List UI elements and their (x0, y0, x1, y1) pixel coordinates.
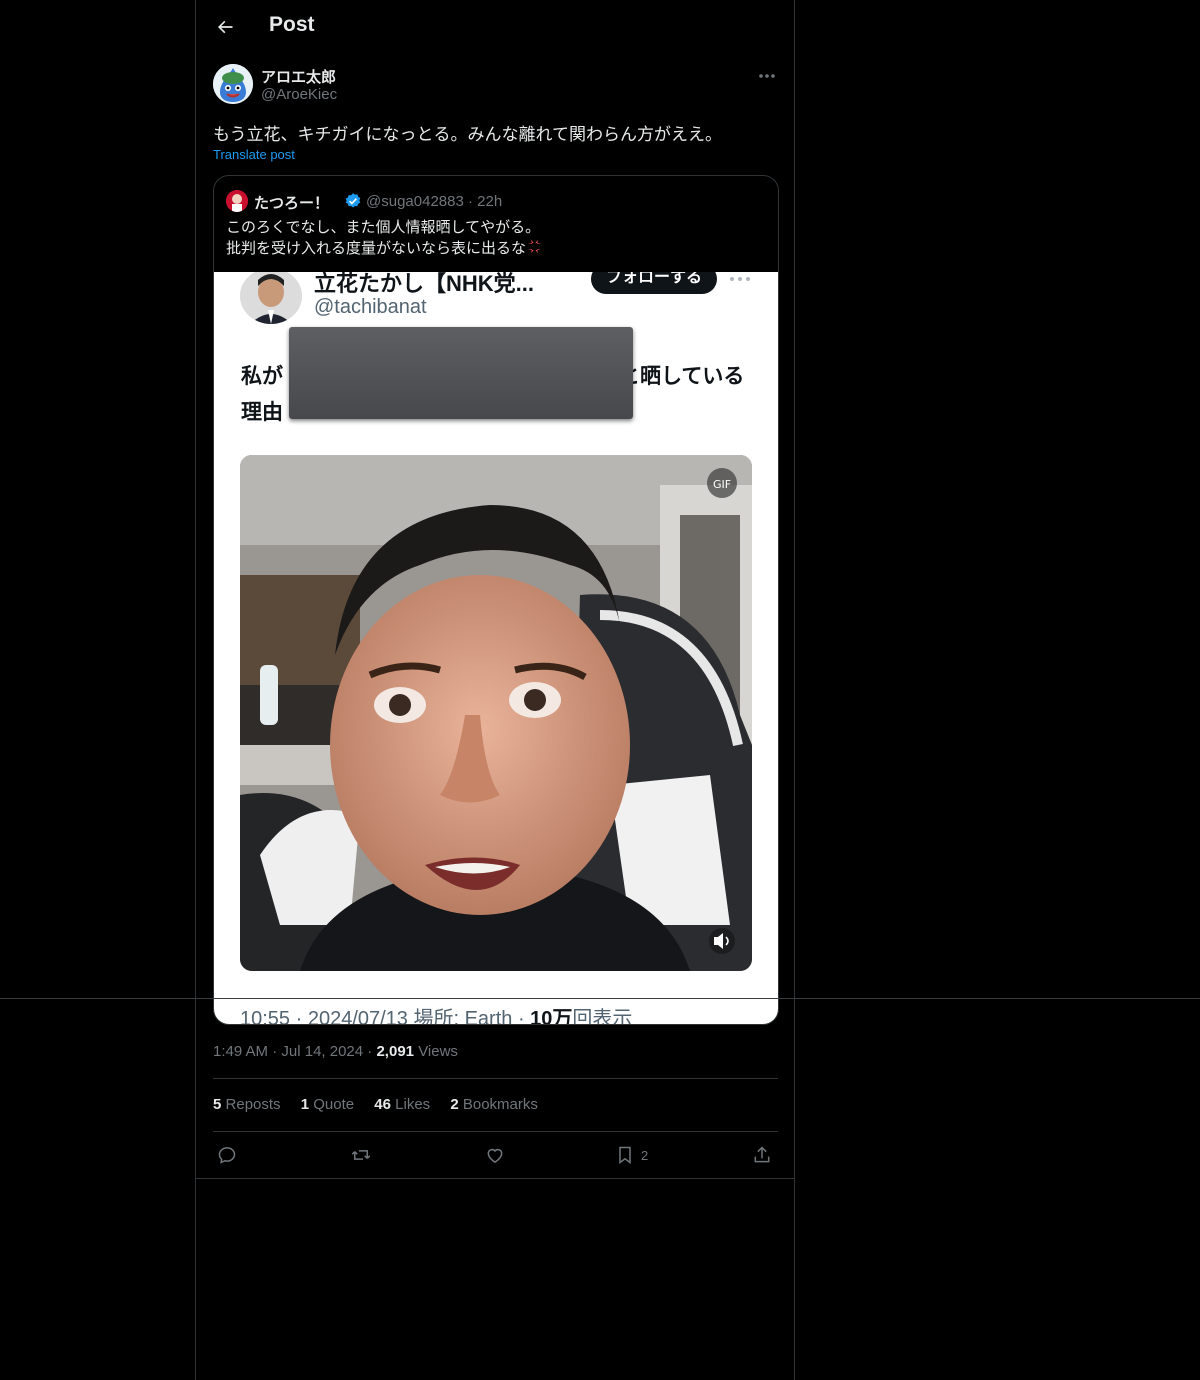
slime-avatar-icon (213, 64, 253, 104)
media-author-name: 立花たかし【NHK党... (314, 272, 535, 296)
divider (213, 1078, 778, 1079)
more-icon (759, 74, 775, 78)
author-name[interactable]: アロエ太郎 (261, 66, 336, 87)
media-footer-suffix: 回表示 (572, 1008, 633, 1024)
media-footer-count: 10万 (530, 1008, 573, 1024)
likes-label: Likes (395, 1096, 431, 1113)
reposts-count: 5 (213, 1096, 222, 1113)
reply-icon (218, 1147, 236, 1164)
media-text-line-1-start: 私が (241, 365, 283, 388)
back-button[interactable] (210, 12, 240, 42)
media-author-handle: @tachibanat (314, 296, 427, 318)
media-follow-button: フォローする (591, 272, 717, 294)
redaction-box (289, 327, 633, 419)
main-column: Post アロエ太郎 @AroeKiec もう立花、キチガイになっとる。みんな離… (195, 0, 795, 1380)
quoted-avatar[interactable] (226, 190, 248, 212)
bookmarks-label: Bookmarks (462, 1096, 538, 1113)
repost-button[interactable] (350, 1143, 372, 1167)
bookmark-count: 2 (641, 1147, 649, 1163)
quotes-count: 1 (300, 1096, 310, 1113)
quoted-post-header: たつろー！ @suga042883 · 22h (226, 189, 766, 213)
quotes-stat[interactable]: 1 Quote (301, 1096, 354, 1113)
action-bar: 2 (213, 1143, 778, 1169)
quoted-author-handle-time: @suga042883 · 22h (366, 193, 503, 210)
bookmarks-count: 2 (450, 1096, 459, 1113)
quoted-author-name: たつろー！ (254, 195, 330, 212)
author-handle[interactable]: @AroeKiec (261, 86, 337, 103)
reposts-label: Reposts (225, 1096, 281, 1113)
reply-button[interactable] (217, 1143, 237, 1167)
post-time[interactable]: 1:49 AM (213, 1043, 268, 1060)
likes-count: 46 (374, 1096, 391, 1113)
media-more-icon (730, 277, 750, 281)
quoted-text-line-2: 批判を受け入れる度量がないなら表に出るな (226, 240, 527, 257)
quoted-text-line-2-wrap: 批判を受け入れる度量がないなら表に出るな (226, 238, 543, 261)
like-icon (487, 1148, 503, 1163)
views-label: Views (418, 1043, 458, 1060)
share-button[interactable] (752, 1143, 772, 1167)
more-button[interactable] (755, 66, 779, 86)
post-date[interactable]: Jul 14, 2024 (281, 1043, 363, 1060)
like-button[interactable] (485, 1143, 505, 1167)
post-text: もう立花、キチガイになっとる。みんな離れて関わらん方がええ。 (213, 125, 722, 144)
back-arrow-icon (218, 20, 233, 34)
engagement-stats: 5 Reposts 1 Quote 46 Likes 2 Bookmarks (213, 1096, 554, 1113)
quoted-avatar-icon (226, 190, 248, 212)
repost-icon (351, 1150, 371, 1160)
screen-line-artifact (0, 998, 1200, 999)
meta-separator: · (272, 1043, 282, 1060)
verified-badge-icon (344, 192, 362, 215)
page-header: Post (196, 0, 794, 54)
media-text-line-2: 理由 (241, 401, 283, 424)
bookmark-icon (619, 1146, 631, 1164)
bookmarks-stat[interactable]: 2 Bookmarks (450, 1096, 538, 1113)
translate-post-link[interactable]: Translate post (213, 147, 295, 162)
avatar[interactable] (213, 64, 253, 104)
column-divider (196, 1178, 794, 1179)
quotes-label: Quote (313, 1096, 355, 1113)
page-title: Post (269, 13, 315, 36)
svg-text:GIF: GIF (713, 478, 731, 491)
quoted-media-screenshot[interactable]: 立花たかし【NHK党... @tachibanat フォローする 私が と晒して… (214, 272, 778, 1024)
quoted-text-line-1: このろくでなし、また個人情報晒してやがる。 (226, 219, 541, 236)
reposts-stat[interactable]: 5 Reposts (213, 1096, 281, 1113)
quoted-post-text: このろくでなし、また個人情報晒してやがる。 批判を受け入れる度量がないなら表に出… (226, 218, 543, 261)
media-footer: 10:55 · 2024/07/13 場所: Earth · 10万回表示 (240, 1002, 632, 1024)
share-icon (754, 1146, 770, 1163)
anger-icon (526, 238, 543, 261)
post-author: アロエ太郎 @AroeKiec (213, 64, 779, 106)
media-footer-prefix: 10:55 · 2024/07/13 場所: Earth · (240, 1008, 531, 1024)
media-avatar (240, 272, 302, 324)
post-metadata: 1:49 AM · Jul 14, 2024 · 2,091 Views (213, 1043, 458, 1060)
divider (213, 1131, 778, 1132)
media-video: GIF (240, 455, 752, 971)
views-count: 2,091 (376, 1043, 415, 1060)
bookmark-button[interactable]: 2 (615, 1143, 648, 1167)
video-frame-illustration: GIF (240, 455, 752, 971)
media-text-line-1-end: と晒している (619, 365, 745, 388)
likes-stat[interactable]: 46 Likes (374, 1096, 430, 1113)
quoted-post[interactable]: たつろー！ @suga042883 · 22h このろくでなし、また個人情報晒し… (213, 175, 779, 1025)
